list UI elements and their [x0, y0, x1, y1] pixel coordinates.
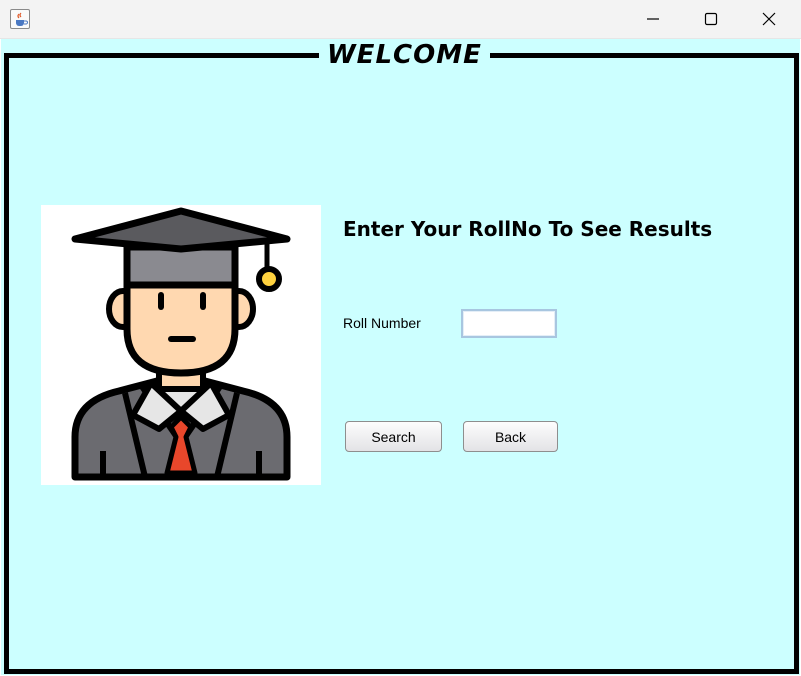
minimize-icon: [647, 18, 659, 20]
close-icon: [762, 12, 776, 26]
border-title: WELCOME: [319, 40, 490, 70]
roll-number-label: Roll Number: [343, 315, 421, 331]
minimize-button[interactable]: [624, 0, 682, 38]
back-button[interactable]: Back: [463, 421, 558, 452]
main-panel: WELCOME Enter Your RollNo To See Results…: [1, 39, 800, 675]
title-bar: [0, 0, 801, 39]
maximize-icon: [704, 12, 718, 26]
java-cup-icon: [10, 9, 30, 29]
graduate-avatar-image: [41, 205, 321, 485]
close-button[interactable]: [740, 0, 798, 38]
roll-number-input[interactable]: [461, 309, 557, 338]
results-heading: Enter Your RollNo To See Results: [343, 217, 713, 241]
maximize-button[interactable]: [682, 0, 740, 38]
search-button[interactable]: Search: [345, 421, 442, 452]
